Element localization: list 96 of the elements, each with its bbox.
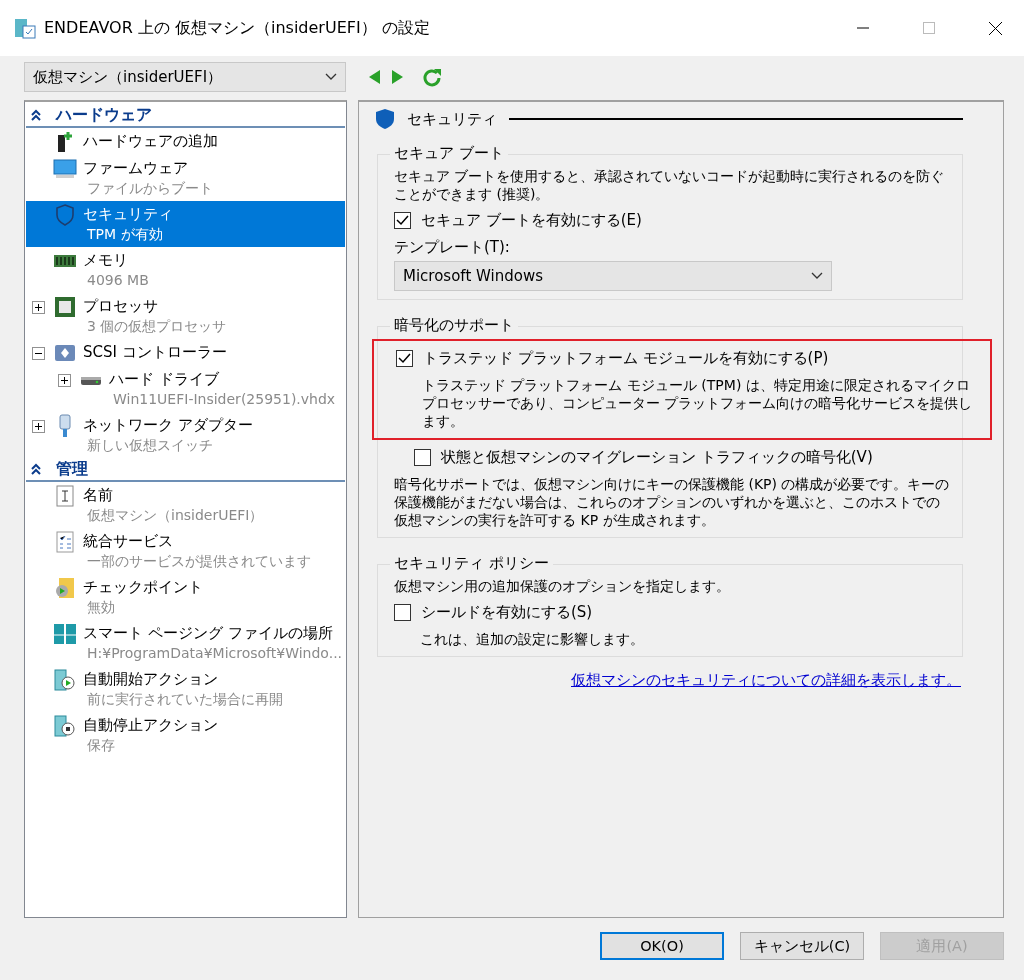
item-label: セキュリティ (83, 204, 173, 224)
item-detail: H:¥ProgramData¥Microsoft¥Windo... (86, 644, 343, 663)
item-detail: 3 個の仮想プロセッサ (86, 317, 227, 336)
expand-icon[interactable] (32, 420, 45, 433)
double-chevron-up-icon[interactable] (30, 463, 42, 475)
tree-item[interactable]: 名前 仮想マシン（insiderUEFI） (26, 482, 345, 528)
expand-icon[interactable] (32, 301, 45, 314)
shield-icon (55, 204, 75, 226)
chevron-down-icon (811, 272, 823, 280)
item-detail: 4096 MB (86, 271, 149, 290)
field-label: テンプレート(T): (394, 238, 511, 257)
name-field-icon (56, 485, 74, 507)
tree-item[interactable]: チェックポイント 無効 (26, 574, 345, 620)
item-label: SCSI コントローラー (83, 342, 227, 362)
add-hardware-icon (55, 131, 75, 153)
checkbox-label[interactable]: セキュア ブートを有効にする(E) (421, 211, 642, 230)
item-label: ハードウェアの追加 (83, 131, 218, 151)
hard-drive-icon (80, 374, 102, 386)
item-label: プロセッサ (83, 296, 159, 316)
details-link[interactable]: 仮想マシンのセキュリティについての詳細を表示します。 (571, 671, 961, 690)
item-detail: TPM が有効 (86, 225, 164, 244)
expand-icon[interactable] (58, 374, 71, 387)
dialog-button[interactable]: キャンセル(C) (740, 932, 864, 960)
network-adapter-icon (58, 414, 72, 438)
section-header[interactable]: 管理 (26, 458, 345, 482)
group-title: 暗号化のサポート (390, 316, 518, 335)
double-chevron-up-icon[interactable] (30, 109, 42, 121)
item-detail: 新しい仮想スイッチ (86, 436, 214, 455)
processor-icon (54, 296, 76, 318)
item-detail: 一部のサービスが提供されています (86, 552, 311, 571)
back-arrow-icon[interactable] (368, 69, 382, 85)
vm-selector[interactable]: 仮想マシン（insiderUEFI） (24, 62, 346, 92)
paging-file-icon (53, 623, 77, 645)
shield-icon (375, 108, 395, 130)
checkpoint-icon (54, 577, 76, 599)
item-detail: 仮想マシン（insiderUEFI） (86, 506, 264, 525)
item-label: 統合サービス (83, 531, 174, 551)
checkbox[interactable] (414, 449, 431, 466)
collapse-icon[interactable] (32, 347, 45, 360)
item-label: ファームウェア (83, 158, 189, 178)
item-label: 名前 (83, 485, 114, 505)
item-label: ハード ドライブ (109, 369, 220, 389)
tree-item[interactable]: 自動停止アクション 保存 (26, 712, 345, 758)
group-title: セキュア ブート (390, 144, 508, 163)
section-label[interactable]: ハードウェア (56, 104, 152, 126)
item-detail: ファイルからブート (86, 179, 213, 198)
item-detail: 保存 (86, 736, 116, 755)
tree-item[interactable]: ファームウェア ファイルからブート (26, 155, 345, 201)
dialog-button[interactable]: OK(O) (600, 932, 724, 960)
tree-item[interactable]: 自動開始アクション 前に実行されていた場合に再開 (26, 666, 345, 712)
tree-item[interactable]: プロセッサ 3 個の仮想プロセッサ (26, 293, 345, 339)
auto-start-icon (54, 669, 76, 691)
item-label: 自動停止アクション (83, 715, 218, 735)
close-icon[interactable] (988, 21, 1002, 35)
group-title: セキュリティ ポリシー (390, 554, 553, 573)
tree-item[interactable]: ネットワーク アダプター 新しい仮想スイッチ (26, 412, 345, 458)
option-note: トラステッド プラットフォーム モジュール (TPM) は、特定用途に限定されるマイクロプロセッサーであり、コンピューター プラットフォーム向けの暗号化サービスを提供します。 (422, 376, 974, 430)
description-text: セキュア ブートを使用すると、承認されていないコードが起動時に実行されるのを防ぐことができます (推奨)。 (394, 167, 946, 203)
checkbox-label[interactable]: トラステッド プラットフォーム モジュールを有効にする(P) (423, 349, 829, 368)
checkbox-label[interactable]: シールドを有効にする(S) (421, 603, 593, 622)
window-title: ENDEAVOR 上の 仮想マシン（insiderUEFI） の設定 (44, 17, 431, 39)
item-detail: 前に実行されていた場合に再開 (86, 690, 283, 709)
tree-item[interactable]: ハードウェアの追加 (26, 128, 345, 155)
refresh-icon[interactable] (422, 67, 442, 87)
section-heading: セキュリティ (407, 109, 497, 129)
monitor-icon (53, 159, 77, 179)
option-note: これは、追加の設定に影響します。 (420, 630, 645, 648)
description-text: 暗号化サポートでは、仮想マシン向けにキーの保護機能 (KP) の構成が必要です。キーの保護機能がまだない場合は、これらのオプションのいずれかを選ぶと、このホストでの仮想マシンの実行を許可する KP が生成されます。 (394, 475, 951, 529)
tree-item[interactable]: 統合サービス 一部のサービスが提供されています (26, 528, 345, 574)
item-label: チェックポイント (83, 577, 203, 597)
checkbox-label[interactable]: 状態と仮想マシンのマイグレーション トラフィックの暗号化(V) (441, 448, 873, 467)
section-header[interactable]: ハードウェア (26, 104, 345, 128)
tree-item[interactable]: スマート ページング ファイルの場所 H:¥ProgramData¥Microsoft¥Windo... (26, 620, 345, 666)
item-detail: Win11UEFI-Insider(25951).vhdx (112, 390, 336, 409)
tree-item[interactable]: ハード ドライブ Win11UEFI-Insider(25951).vhdx (26, 366, 345, 412)
controller-icon (54, 343, 76, 363)
description-text: 仮想マシン用の追加保護のオプションを指定します。 (394, 577, 731, 595)
checkbox[interactable] (394, 604, 411, 621)
tree-item[interactable]: メモリ 4096 MB (26, 247, 345, 293)
item-label: メモリ (83, 250, 129, 270)
tree-item[interactable]: SCSI コントローラー (26, 339, 345, 366)
item-label: スマート ページング ファイルの場所 (83, 623, 334, 643)
memory-chip-icon (53, 254, 77, 268)
item-label: 自動開始アクション (83, 669, 219, 689)
item-detail: 無効 (86, 598, 116, 617)
checklist-icon (56, 531, 74, 553)
auto-stop-icon (54, 715, 76, 737)
checkbox[interactable] (396, 350, 413, 367)
template-dropdown[interactable]: Microsoft Windows (394, 261, 832, 291)
forward-arrow-icon[interactable] (390, 69, 404, 85)
tree-item[interactable]: セキュリティ TPM が有効 (26, 201, 345, 247)
chevron-down-icon (325, 73, 337, 81)
section-label[interactable]: 管理 (56, 458, 88, 480)
checkbox[interactable] (394, 212, 411, 229)
settings-app-icon (14, 17, 36, 39)
item-label: ネットワーク アダプター (83, 415, 253, 435)
